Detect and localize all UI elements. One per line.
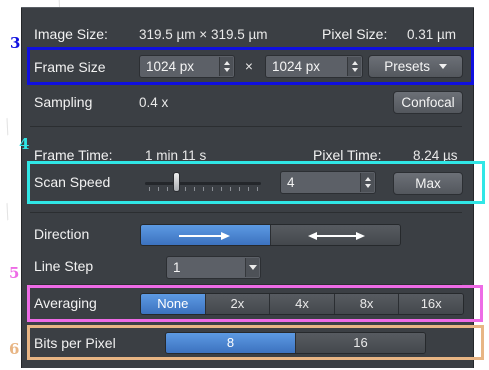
line-step-label: Line Step — [34, 258, 94, 274]
left-arrowhead-icon — [308, 232, 317, 240]
callout-number-3: 3 — [10, 34, 21, 52]
bidirectional-option[interactable] — [271, 225, 400, 245]
pixel-size-value: 0.31 µm — [407, 27, 457, 42]
callout-number-6: 6 — [9, 340, 20, 358]
chevron-down-icon — [245, 258, 259, 277]
line-step-dropdown[interactable]: 1 — [166, 256, 261, 279]
callout-box-frame-size — [27, 47, 474, 85]
right-arrowhead-icon — [356, 232, 365, 240]
right-arrow-icon — [179, 235, 223, 237]
unidirectional-option[interactable] — [141, 225, 271, 245]
watermark-fragment: ╱ — [0, 204, 16, 221]
confocal-label: Confocal — [401, 95, 455, 110]
callout-box-bits-per-pixel — [27, 325, 484, 360]
image-size-value: 319.5 µm × 319.5 µm — [139, 27, 268, 42]
bidirectional-arrow-icon — [315, 235, 357, 237]
right-arrowhead-icon — [221, 232, 230, 240]
divider — [30, 126, 462, 127]
sampling-label: Sampling — [34, 94, 93, 110]
confocal-button[interactable]: Confocal — [393, 91, 463, 114]
direction-toggle[interactable] — [140, 224, 401, 246]
direction-label: Direction — [34, 226, 90, 242]
watermark-fragment: ╱ — [0, 119, 16, 136]
pixel-size-label: Pixel Size: — [322, 26, 388, 42]
callout-box-scan-speed — [27, 161, 485, 204]
image-size-label: Image Size: — [34, 26, 108, 42]
callout-box-averaging — [27, 285, 483, 322]
divider — [30, 212, 462, 213]
line-step-value: 1 — [173, 260, 181, 275]
callout-number-5: 5 — [9, 264, 20, 282]
callout-number-4: 4 — [19, 135, 30, 153]
sampling-value: 0.4 x — [139, 95, 169, 110]
